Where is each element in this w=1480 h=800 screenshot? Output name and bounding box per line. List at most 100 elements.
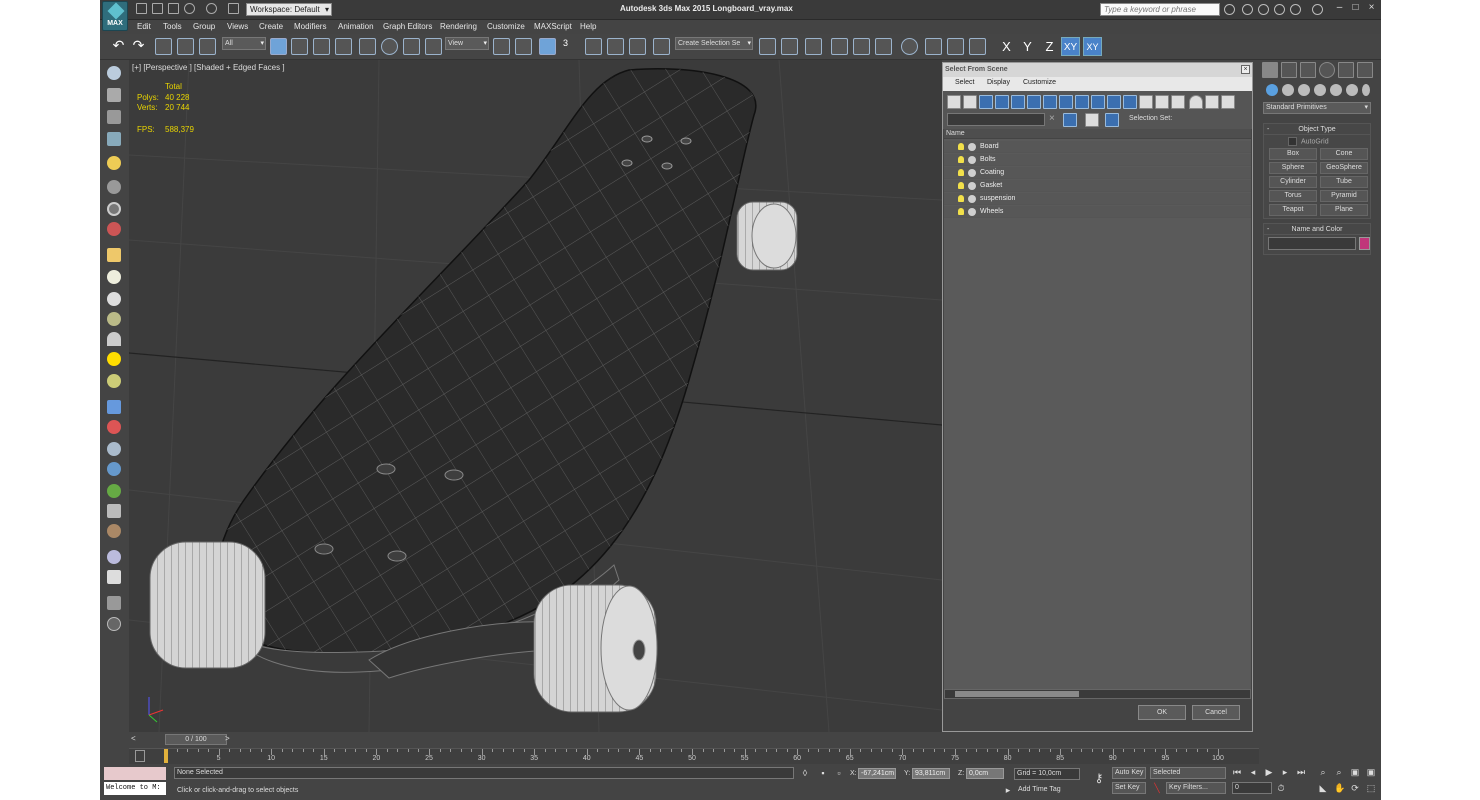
display-containers-icon[interactable] <box>1091 95 1105 109</box>
object-type-title[interactable]: Object Type <box>1264 124 1370 135</box>
align-icon[interactable] <box>781 38 798 55</box>
render-production-icon[interactable] <box>969 38 986 55</box>
undo-icon[interactable] <box>184 3 195 14</box>
set-key-icon[interactable]: ⚷ <box>1090 772 1108 784</box>
keyword-search-input[interactable]: Type a keyword or phrase <box>1100 3 1220 16</box>
auto-key-button[interactable]: Auto Key <box>1112 767 1146 779</box>
dome-icon[interactable] <box>107 312 121 326</box>
scene-explorer-icon[interactable] <box>805 38 822 55</box>
open-mini-curve-editor-icon[interactable] <box>135 750 145 762</box>
menu-edit[interactable]: Edit <box>137 22 151 31</box>
minimize-icon[interactable]: – <box>1334 3 1345 14</box>
schematic-view-icon[interactable] <box>875 38 892 55</box>
next-frame-arrow-icon[interactable]: > <box>225 734 230 743</box>
light-bulb-icon[interactable] <box>958 195 964 202</box>
utilities-tab-icon[interactable] <box>1357 62 1373 78</box>
list-item[interactable]: Wheels <box>944 206 1251 218</box>
favorites-icon[interactable] <box>1274 4 1285 15</box>
display-helpers-icon[interactable] <box>1011 95 1025 109</box>
light-bulb-icon[interactable] <box>958 169 964 176</box>
field-of-view-icon[interactable]: ◣ <box>1318 783 1328 793</box>
display-groups-icon[interactable] <box>1043 95 1057 109</box>
constrain-xy-button[interactable]: XY <box>1061 37 1080 56</box>
tube-button[interactable]: Tube <box>1320 176 1368 188</box>
zoom-extents-all-icon[interactable]: ▣ <box>1366 767 1376 777</box>
fur-icon[interactable] <box>107 442 121 456</box>
select-object-icon[interactable] <box>270 38 287 55</box>
menu-animation[interactable]: Animation <box>338 22 374 31</box>
displacement-icon[interactable] <box>107 524 121 538</box>
shapes-icon[interactable] <box>1282 84 1294 96</box>
proxy-icon[interactable] <box>107 420 121 434</box>
object-name-field[interactable] <box>1268 237 1356 250</box>
maxscript-listener-input[interactable]: Welcome to M: <box>104 782 166 795</box>
x-coordinate-field[interactable]: -67,241cm <box>858 768 896 779</box>
maxscript-listener-output[interactable] <box>104 767 166 780</box>
angle-snap-icon[interactable] <box>585 38 602 55</box>
geometry-icon[interactable] <box>1266 84 1278 96</box>
list-item[interactable]: Gasket <box>944 180 1251 192</box>
horizontal-scrollbar[interactable] <box>944 689 1251 699</box>
zoom-icon[interactable]: ⌕ <box>1318 767 1328 777</box>
constrain-z-button[interactable]: Z <box>1040 37 1059 56</box>
track-bar[interactable]: 0510152025303540455055606570758085909510… <box>129 748 1259 764</box>
menu-maxscript[interactable]: MAXScript <box>534 22 572 31</box>
absolute-mode-icon[interactable]: ▫ <box>834 768 844 778</box>
play-icon[interactable]: ▶ <box>1264 767 1274 777</box>
select-manipulate-icon[interactable] <box>515 38 532 55</box>
sort-icon[interactable] <box>1221 95 1235 109</box>
redo-icon[interactable]: ↷ <box>130 38 147 55</box>
cancel-button[interactable]: Cancel <box>1192 705 1240 720</box>
link-icon[interactable] <box>155 38 172 55</box>
camera-icon[interactable] <box>107 180 121 194</box>
dialog-menu-customize[interactable]: Customize <box>1023 79 1056 86</box>
rectangular-selection-icon[interactable] <box>313 38 330 55</box>
box-button[interactable]: Box <box>1269 148 1317 160</box>
current-frame-marker[interactable] <box>164 749 168 763</box>
dialog-close-icon[interactable]: × <box>1241 65 1250 74</box>
perspective-viewport[interactable]: [+] [Perspective ] [Shaded + Edged Faces… <box>129 60 942 732</box>
scale-icon[interactable] <box>403 38 420 55</box>
current-frame-field[interactable]: 0 <box>1232 782 1272 794</box>
named-selection-set-dropdown[interactable]: Create Selection Se <box>675 37 753 50</box>
z-coordinate-field[interactable]: 0,0cm <box>966 768 1004 779</box>
render-icon[interactable] <box>107 222 121 236</box>
constrain-x-button[interactable]: X <box>997 37 1016 56</box>
menu-modifiers[interactable]: Modifiers <box>294 22 326 31</box>
object-color-swatch[interactable] <box>1359 237 1370 250</box>
column-header-name[interactable]: Name <box>944 129 1251 139</box>
display-lights-icon[interactable] <box>979 95 993 109</box>
viewport-label[interactable]: [+] [Perspective ] [Shaded + Edged Faces… <box>132 63 285 72</box>
cylinder-button[interactable]: Cylinder <box>1269 176 1317 188</box>
help-menu-icon[interactable] <box>1312 4 1323 15</box>
plane-button[interactable]: Plane <box>1320 204 1368 216</box>
mirror-icon[interactable] <box>759 38 776 55</box>
previous-frame-arrow-icon[interactable]: < <box>131 734 136 743</box>
vray-sphere-icon[interactable] <box>107 550 121 564</box>
helpers-icon[interactable] <box>1330 84 1342 96</box>
display-shapes-icon[interactable] <box>963 95 977 109</box>
light-icon[interactable] <box>107 156 121 170</box>
grid-icon[interactable] <box>107 132 121 146</box>
save-file-icon[interactable] <box>168 3 179 14</box>
display-frozen-icon[interactable] <box>1107 95 1121 109</box>
scene-explorer-icon[interactable] <box>107 88 121 102</box>
ok-button[interactable]: OK <box>1138 705 1186 720</box>
hemisphere-icon[interactable] <box>107 270 121 284</box>
search-icon[interactable] <box>1224 4 1235 15</box>
material-editor-icon[interactable] <box>901 38 918 55</box>
lights-icon[interactable] <box>1298 84 1310 96</box>
undo-icon[interactable]: ↶ <box>110 38 127 55</box>
orbit-icon[interactable]: ⟳ <box>1350 783 1360 793</box>
key-filters-button[interactable]: Key Filters... <box>1166 782 1226 794</box>
edit-named-selection-icon[interactable] <box>653 38 670 55</box>
settings-icon[interactable] <box>107 596 121 610</box>
maximize-icon[interactable]: □ <box>1350 3 1361 14</box>
key-filter-icon[interactable]: ╲ <box>1152 783 1162 793</box>
pyramid-button[interactable]: Pyramid <box>1320 190 1368 202</box>
xy-plane-cycle-button[interactable]: XY <box>1083 37 1102 56</box>
create-tab-icon[interactable] <box>1262 62 1278 78</box>
torus-button[interactable]: Torus <box>1269 190 1317 202</box>
dialog-menu-select[interactable]: Select <box>955 79 974 86</box>
moon-icon[interactable] <box>107 202 121 216</box>
